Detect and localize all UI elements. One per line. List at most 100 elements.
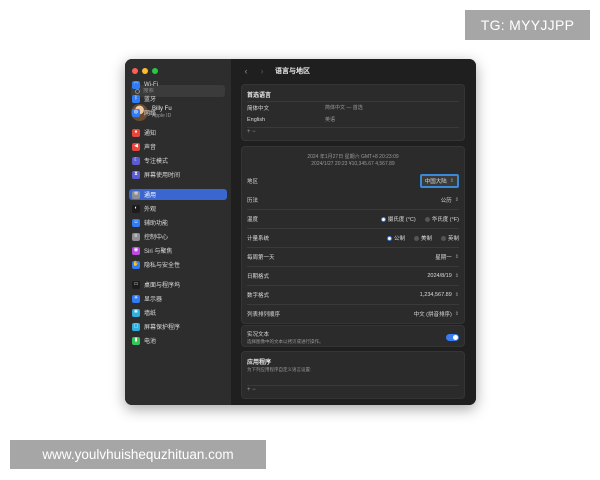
sidebar-item-moon[interactable]: ☾ 专注模式 xyxy=(129,155,227,166)
radio-selected-icon xyxy=(380,216,386,222)
measurement-radio-group: 公制 美制 英制 xyxy=(386,234,459,242)
sidebar-item-label: 蓝牙 xyxy=(144,97,157,103)
language-row-english[interactable]: English 英语 xyxy=(247,114,459,125)
calendar-row: 历法 公历 ⇕ xyxy=(247,191,459,209)
radio-uk[interactable]: 英制 xyxy=(440,234,459,242)
dock-icon: ▭ xyxy=(132,280,140,289)
date-format-row: 日期格式 2024/8/19 ⇕ xyxy=(247,267,459,285)
sidebar-item-wifi[interactable]: ◠ Wi-Fi xyxy=(129,79,227,90)
region-popup[interactable]: 中国大陆 ⇕ xyxy=(419,174,459,188)
calendar-label: 历法 xyxy=(247,198,259,204)
sidebar-item-hand[interactable]: ✋ 隐私与安全性 xyxy=(129,259,227,270)
sidebar-item-label: 墙纸 xyxy=(144,311,157,317)
list-sort-label: 列表排列顺序 xyxy=(247,312,281,318)
sidebar-item-hourglass[interactable]: ⧗ 屏幕使用时间 xyxy=(129,169,227,180)
page-title: 语言与地区 xyxy=(275,68,310,75)
language-name: 简体中文 xyxy=(247,105,270,112)
back-chevron-icon[interactable]: ‹ xyxy=(241,66,251,76)
number-format-popup[interactable]: 1,234,567.89 ⇕ xyxy=(420,292,459,298)
language-row-chinese[interactable]: 简体中文 简体中文 — 首选 xyxy=(247,102,459,113)
sidebar-item-label: 通用 xyxy=(144,193,157,199)
live-text-description: 选择图像中的文本以拷贝或进行操作。 xyxy=(247,338,324,344)
preferred-languages-group: 首选语言 简体中文 简体中文 — 首选 English 英语 + − xyxy=(241,84,465,141)
wifi-icon: ◠ xyxy=(132,80,140,89)
url-watermark: www.youlvhuishequzhituan.com xyxy=(10,440,266,469)
sidebar-item-label: 辅助功能 xyxy=(144,221,169,227)
language-name: English xyxy=(247,116,266,123)
sidebar-item-battery[interactable]: ▮ 电池 xyxy=(129,335,227,346)
date-format-popup[interactable]: 2024/8/19 ⇕ xyxy=(427,273,459,279)
preferred-languages-title: 首选语言 xyxy=(247,93,272,99)
live-text-toggle[interactable] xyxy=(446,333,459,341)
region-row: 地区 中国大陆 ⇕ xyxy=(247,172,459,190)
speaker-icon: ◀ xyxy=(132,142,140,151)
hourglass-icon: ⧗ xyxy=(132,170,140,179)
applications-description: 为下列应用程序自定义语言设置: xyxy=(247,367,312,372)
sidebar-item-gear[interactable]: ✲ 通用 xyxy=(129,189,227,200)
sidebar-item-globe[interactable]: ◍ 网络 xyxy=(129,107,227,118)
sidebar-item-screensaver[interactable]: ▢ 屏幕保护程序 xyxy=(129,321,227,332)
sidebar-item-label: 通知 xyxy=(144,131,157,137)
applications-title: 应用程序 xyxy=(247,360,272,366)
radio-fahrenheit[interactable]: 华氏度 (°F) xyxy=(424,215,459,223)
language-desc: 英语 xyxy=(325,117,336,123)
add-remove-app-buttons[interactable]: + − xyxy=(247,387,256,393)
sidebar-item-display[interactable]: ☀ 显示器 xyxy=(129,293,227,304)
add-remove-language-buttons[interactable]: + − xyxy=(247,129,256,135)
sidebar-item-label: 声音 xyxy=(144,145,157,151)
zoom-button[interactable] xyxy=(152,68,158,74)
region-format-group: 2024 年1月27日 星期六 GMT+8 20:23:09 2024/1/27… xyxy=(241,146,465,324)
region-value: 中国大陆 xyxy=(424,179,447,185)
sidebar-item-control-center[interactable]: ≡ 控制中心 xyxy=(129,231,227,242)
updown-chevron-icon: ⇕ xyxy=(454,292,459,298)
first-day-popup[interactable]: 星期一 ⇕ xyxy=(435,253,459,261)
sidebar-item-appearance[interactable]: ◐ 外观 xyxy=(129,203,227,214)
radio-us[interactable]: 美制 xyxy=(413,234,432,242)
measurement-label: 计量系统 xyxy=(247,236,270,242)
siri-icon: ◉ xyxy=(132,246,140,255)
updown-chevron-icon: ⇕ xyxy=(454,311,459,317)
bluetooth-icon: ᛒ xyxy=(132,94,140,103)
close-button[interactable] xyxy=(132,68,138,74)
format-preview-numbers: 2024/1/27 20:23 ¥10,345.67 4,567.89 xyxy=(311,161,395,167)
sidebar-item-siri[interactable]: ◉ Siri 与聚焦 xyxy=(129,245,227,256)
live-text-row: 实况文本 选择图像中的文本以拷贝或进行操作。 xyxy=(247,327,459,347)
wallpaper-icon: ❀ xyxy=(132,308,140,317)
measurement-row: 计量系统 公制 美制 英制 xyxy=(247,229,459,247)
gear-icon: ✲ xyxy=(132,190,140,199)
sidebar-item-label: 屏幕使用时间 xyxy=(144,173,181,179)
sidebar-item-speaker[interactable]: ◀ 声音 xyxy=(129,141,227,152)
accessibility-icon: ☺ xyxy=(132,218,140,227)
sidebar-item-bell[interactable]: ● 通知 xyxy=(129,127,227,138)
forward-chevron-icon[interactable]: › xyxy=(257,66,267,76)
radio-celsius[interactable]: 摄氏度 (°C) xyxy=(380,215,416,223)
calendar-popup[interactable]: 公历 ⇕ xyxy=(441,196,459,204)
list-sort-popup[interactable]: 中文 (拼音排序) ⇕ xyxy=(414,310,459,318)
list-sort-row: 列表排列顺序 中文 (拼音排序) ⇕ xyxy=(247,305,459,323)
control-center-icon: ≡ xyxy=(132,232,140,241)
calendar-value: 公历 xyxy=(440,198,452,204)
minimize-button[interactable] xyxy=(142,68,148,74)
hand-icon: ✋ xyxy=(132,260,140,269)
format-preview-date: 2024 年1月27日 星期六 GMT+8 20:23:09 xyxy=(307,154,399,160)
sidebar-item-label: 外观 xyxy=(144,207,157,213)
battery-icon: ▮ xyxy=(132,336,140,345)
temperature-radio-group: 摄氏度 (°C) 华氏度 (°F) xyxy=(380,215,459,223)
sidebar-item-accessibility[interactable]: ☺ 辅助功能 xyxy=(129,217,227,228)
settings-window: Billy Fu Apple ID ◠Wi-Fiᛒ蓝牙◍网络●通知◀声音☾专注模… xyxy=(125,59,476,405)
toolbar: ‹ › 语言与地区 xyxy=(231,59,476,83)
number-format-label: 数字格式 xyxy=(247,293,270,299)
sidebar-item-label: 屏幕保护程序 xyxy=(144,325,181,331)
updown-chevron-icon: ⇕ xyxy=(449,178,454,184)
bell-icon: ● xyxy=(132,128,140,137)
sidebar-item-label: 桌面与程序坞 xyxy=(144,283,181,289)
screensaver-icon: ▢ xyxy=(132,322,140,331)
radio-metric[interactable]: 公制 xyxy=(386,234,405,242)
sidebar-item-dock[interactable]: ▭ 桌面与程序坞 xyxy=(129,279,227,290)
date-format-label: 日期格式 xyxy=(247,274,270,280)
sidebar-item-label: 显示器 xyxy=(144,297,163,303)
live-text-label: 实况文本 xyxy=(247,331,270,338)
sidebar-item-bluetooth[interactable]: ᛒ 蓝牙 xyxy=(129,93,227,104)
sidebar-item-label: 隐私与安全性 xyxy=(144,263,181,269)
sidebar-item-wallpaper[interactable]: ❀ 墙纸 xyxy=(129,307,227,318)
